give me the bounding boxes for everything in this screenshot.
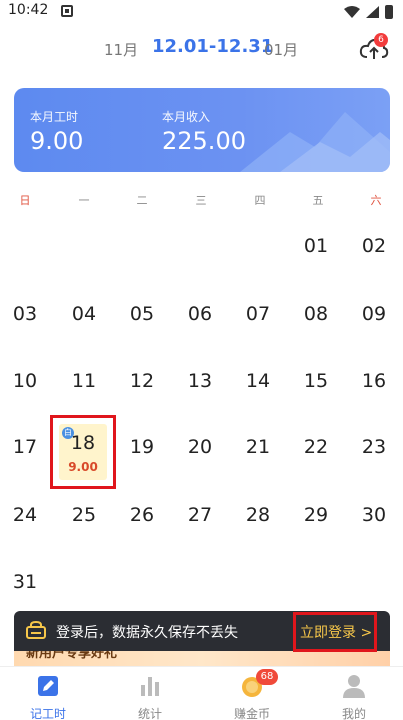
month-switcher: 11月 12.01-12.31 01月: [0, 35, 403, 65]
today-cell[interactable]: 白 18 9.00: [50, 415, 116, 489]
tab-mine[interactable]: 我的: [324, 673, 384, 720]
calendar-day[interactable]: 08: [294, 303, 338, 325]
status-bar: 10:42: [0, 0, 403, 24]
calendar-day[interactable]: 17: [3, 436, 47, 458]
calendar-day[interactable]: 21: [236, 436, 280, 458]
calendar-day[interactable]: 10: [3, 370, 47, 392]
today-cell-background: 白 18 9.00: [59, 424, 107, 480]
calendar-day[interactable]: 27: [178, 504, 222, 526]
calendar-day[interactable]: 26: [120, 504, 164, 526]
calendar-day[interactable]: 11: [62, 370, 106, 392]
next-month-button[interactable]: 01月: [264, 39, 298, 60]
calendar-day[interactable]: 25: [62, 504, 106, 526]
bar-chart-icon: [141, 677, 159, 696]
calendar-day[interactable]: 13: [178, 370, 222, 392]
calendar-day[interactable]: 16: [352, 370, 396, 392]
weekday-sat: 六: [370, 194, 382, 207]
weekday-header: 日 一 二 三 四 五 六: [0, 192, 403, 212]
tab-statistics[interactable]: 统计: [120, 673, 180, 720]
weekday-fri: 五: [312, 194, 324, 207]
calendar-day[interactable]: 14: [236, 370, 280, 392]
month-hours-value: 9.00: [30, 127, 84, 155]
weekday-tue: 二: [136, 194, 148, 207]
today-day-number: 18: [70, 432, 96, 454]
calendar-day[interactable]: 03: [3, 303, 47, 325]
tab-label: 记工时: [29, 707, 66, 720]
calendar-day[interactable]: 24: [3, 504, 47, 526]
calendar-day[interactable]: 05: [120, 303, 164, 325]
calendar-day[interactable]: 04: [62, 303, 106, 325]
notification-icon: [61, 5, 73, 17]
weekday-mon: 一: [78, 194, 90, 207]
calendar-day[interactable]: 01: [294, 235, 338, 257]
calendar-day[interactable]: 29: [294, 504, 338, 526]
calendar-day[interactable]: 06: [178, 303, 222, 325]
calendar-day[interactable]: 31: [3, 571, 47, 593]
pencil-icon: [38, 676, 58, 696]
calendar-day[interactable]: 23: [352, 436, 396, 458]
weekday-sun: 日: [19, 194, 31, 207]
calendar-day[interactable]: 15: [294, 370, 338, 392]
user-icon: [343, 675, 365, 698]
calendar-day[interactable]: 19: [120, 436, 164, 458]
month-income-label: 本月收入: [162, 110, 211, 124]
calendar-day[interactable]: 20: [178, 436, 222, 458]
tab-label: 我的: [341, 707, 366, 720]
wifi-icon: [344, 6, 360, 18]
today-hours: 9.00: [68, 460, 98, 474]
lock-icon: [26, 621, 46, 639]
bottom-tab-bar: 记工时 统计 赚金币 我的: [0, 666, 403, 720]
weekday-wed: 三: [195, 194, 207, 207]
weekday-thu: 四: [254, 194, 266, 207]
tab-record-hours[interactable]: 记工时: [18, 673, 78, 720]
calendar-day[interactable]: 28: [236, 504, 280, 526]
tab-label: 统计: [137, 707, 162, 720]
calendar-day[interactable]: 09: [352, 303, 396, 325]
clock: 10:42: [8, 2, 49, 18]
system-icons: [344, 5, 393, 19]
month-income-value: 225.00: [162, 127, 246, 155]
cloud-badge: 6: [374, 33, 388, 47]
month-hours-label: 本月工时: [30, 110, 79, 124]
summary-card: 本月工时 9.00 本月收入 225.00: [14, 88, 390, 172]
calendar-day[interactable]: 02: [352, 235, 396, 257]
login-button[interactable]: 立即登录 >: [300, 622, 372, 642]
month-income: 本月收入 225.00: [162, 108, 246, 155]
coin-count-badge: 68: [256, 669, 278, 685]
login-banner-text: 登录后，数据永久保存不丢失: [56, 625, 238, 641]
calendar-day[interactable]: 30: [352, 504, 396, 526]
current-range[interactable]: 12.01-12.31: [152, 36, 273, 57]
calendar-day[interactable]: 12: [120, 370, 164, 392]
tab-label: 赚金币: [233, 707, 270, 720]
calendar-day[interactable]: 22: [294, 436, 338, 458]
month-hours: 本月工时 9.00: [30, 108, 83, 155]
prev-month-button[interactable]: 11月: [104, 39, 138, 60]
calendar-day[interactable]: 07: [236, 303, 280, 325]
signal-icon: [366, 6, 379, 18]
battery-icon: [385, 5, 393, 19]
